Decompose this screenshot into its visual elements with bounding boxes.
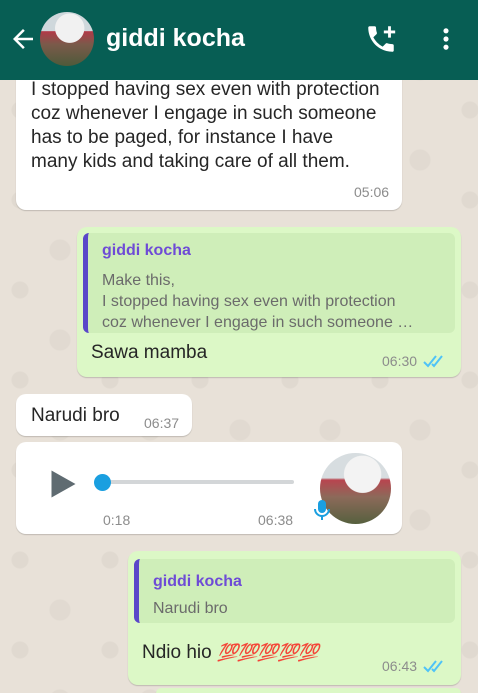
arrow-left-icon[interactable] [8,24,38,54]
quoted-text-line: coz whenever I engage in such someone … [102,314,414,331]
message-bubble-outgoing[interactable]: giddi kocha Make this, I stopped having … [77,227,461,377]
message-time: 06:30 [382,353,418,369]
phone-add-icon[interactable] [364,22,398,56]
hundred-points-emoji: 💯💯💯💯💯 [217,643,319,662]
message-text-content: Ndio hio [142,642,212,663]
voice-message-bubble[interactable]: 0:18 06:38 [16,442,402,534]
message-bubble-incoming[interactable]: Narudi bro 06:37 [16,394,192,436]
quoted-message[interactable]: giddi kocha Make this, I stopped having … [83,233,455,333]
message-text: Ndio hio 💯💯💯💯💯 [142,641,319,665]
message-bubble-outgoing[interactable] [156,688,461,693]
read-ticks-icon [423,660,443,673]
quoted-sender: giddi kocha [102,242,191,259]
message-bubble-incoming[interactable]: I stopped having sex even with protectio… [16,60,402,210]
play-icon[interactable] [44,464,80,504]
message-time: 06:38 [258,512,294,528]
quoted-sender: giddi kocha [153,573,242,590]
message-bubble-outgoing[interactable]: giddi kocha Narudi bro Ndio hio 💯💯💯💯💯 06… [128,551,461,685]
audio-duration: 0:18 [103,512,131,528]
message-text: Sawa mamba [91,342,208,363]
contact-name[interactable]: giddi kocha [106,24,245,53]
message-text: I stopped having sex even with protectio… [31,79,380,172]
audio-progress-track[interactable] [102,480,294,484]
read-ticks-icon [423,355,443,368]
more-vertical-icon[interactable] [432,22,460,56]
avatar[interactable] [40,12,94,66]
quoted-text-line: Narudi bro [153,600,228,617]
quoted-message[interactable]: giddi kocha Narudi bro [134,559,455,623]
audio-progress-knob[interactable] [94,474,111,491]
message-text: Narudi bro [31,405,120,426]
microphone-icon [314,500,330,520]
message-time: 05:06 [354,184,390,200]
message-time: 06:37 [144,415,180,431]
message-time: 06:43 [382,658,418,674]
quoted-text-line: Make this, [102,272,175,289]
chat-header: giddi kocha [0,0,478,80]
quoted-text-line: I stopped having sex even with protectio… [102,293,396,310]
